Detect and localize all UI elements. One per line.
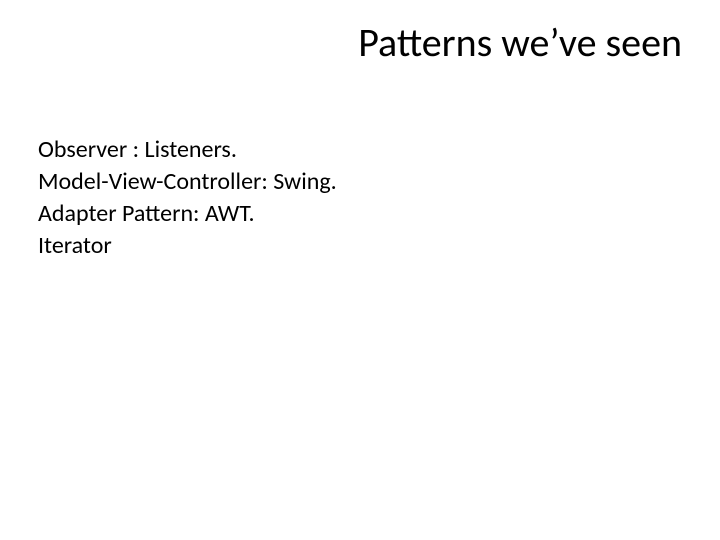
body-line: Observer : Listeners.: [38, 135, 337, 165]
slide: Patterns we’ve seen Observer : Listeners…: [0, 0, 720, 540]
slide-title: Patterns we’ve seen: [358, 18, 682, 67]
body-line: Model-View-Controller: Swing.: [38, 167, 337, 197]
slide-body: Observer : Listeners. Model-View-Control…: [38, 135, 337, 263]
body-line: Adapter Pattern: AWT.: [38, 199, 337, 229]
body-line: Iterator: [38, 231, 337, 261]
